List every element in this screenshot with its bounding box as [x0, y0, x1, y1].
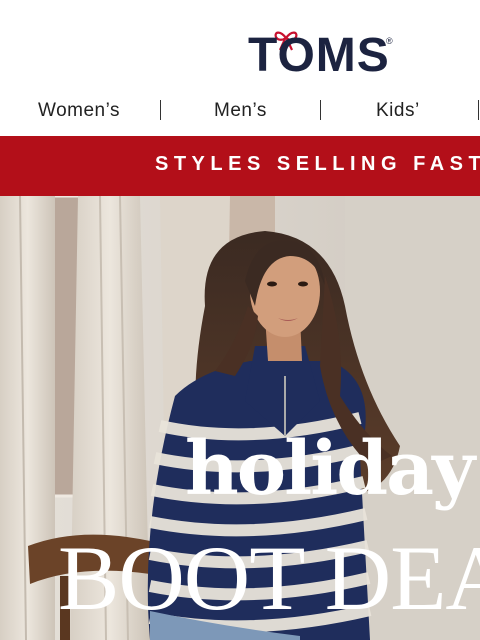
- logo-wordmark: TOMS: [248, 29, 390, 82]
- nav-divider: [160, 100, 161, 120]
- nav-kids[interactable]: Kids’: [376, 100, 420, 122]
- hero-headline-boot-deals: BOOT DEALS: [58, 527, 480, 629]
- nav-divider: [478, 100, 479, 120]
- category-nav: Women’s Men’s Kids’: [0, 96, 480, 130]
- nav-mens[interactable]: Men’s: [214, 100, 267, 122]
- toms-logo[interactable]: TOMS ®: [248, 28, 398, 84]
- hero-banner[interactable]: holiday BOOT DEALS: [0, 196, 480, 640]
- promo-banner[interactable]: STYLES SELLING FAST: [0, 136, 480, 196]
- nav-womens[interactable]: Women’s: [38, 100, 120, 122]
- hero-headline-holiday: holiday: [185, 426, 475, 512]
- promo-banner-text: STYLES SELLING FAST: [155, 153, 480, 175]
- nav-divider: [320, 100, 321, 120]
- email-header: TOMS ®: [0, 0, 480, 96]
- registered-mark: ®: [386, 36, 393, 46]
